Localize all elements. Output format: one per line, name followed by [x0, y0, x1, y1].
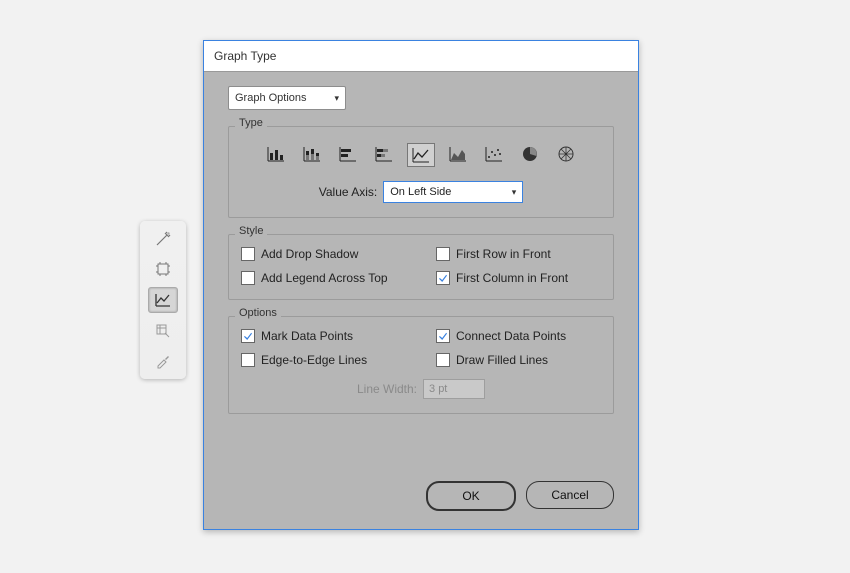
add-drop-shadow-checkbox[interactable]: Add Drop Shadow	[241, 247, 436, 261]
checkbox-icon	[241, 247, 255, 261]
column-graph-icon[interactable]	[263, 143, 289, 165]
graph-options-dropdown-label: Graph Options	[235, 92, 307, 104]
cancel-button[interactable]: Cancel	[526, 481, 614, 509]
button-label: Cancel	[551, 488, 588, 502]
checkbox-label: First Column in Front	[456, 271, 568, 285]
line-width-field: 3 pt	[423, 379, 485, 399]
dialog-title-text: Graph Type	[214, 49, 276, 63]
type-group-legend: Type	[235, 117, 267, 129]
line-graph-icon[interactable]	[407, 143, 435, 167]
first-row-front-checkbox[interactable]: First Row in Front	[436, 247, 601, 261]
dialog-footer: OK Cancel	[204, 481, 638, 511]
scatter-graph-icon[interactable]	[481, 143, 507, 165]
pie-graph-icon[interactable]	[517, 143, 543, 165]
checkbox-icon	[241, 329, 255, 343]
wand-tool-icon[interactable]	[149, 227, 177, 251]
checkbox-icon	[436, 247, 450, 261]
radar-graph-icon[interactable]	[553, 143, 579, 165]
draw-filled-lines-checkbox[interactable]: Draw Filled Lines	[436, 353, 601, 367]
checkbox-label: First Row in Front	[456, 247, 551, 261]
options-group-legend: Options	[235, 307, 281, 319]
value-axis-label: Value Axis:	[319, 185, 377, 199]
checkbox-icon	[241, 271, 255, 285]
connect-data-points-checkbox[interactable]: Connect Data Points	[436, 329, 601, 343]
chevron-down-icon: ▾	[334, 93, 339, 104]
value-axis-row: Value Axis: On Left Side ▾	[241, 181, 601, 203]
stacked-column-graph-icon[interactable]	[299, 143, 325, 165]
checkbox-icon	[436, 271, 450, 285]
value-axis-select-value: On Left Side	[390, 186, 451, 198]
checkbox-label: Mark Data Points	[261, 329, 353, 343]
line-width-row: Line Width: 3 pt	[241, 379, 601, 399]
eyedropper-tool-icon[interactable]	[149, 349, 177, 373]
checkbox-label: Edge-to-Edge Lines	[261, 353, 367, 367]
area-graph-icon[interactable]	[445, 143, 471, 165]
type-group: Type	[228, 126, 614, 218]
ok-button[interactable]: OK	[426, 481, 516, 511]
graph-type-dialog: Graph Type Graph Options ▾ Type	[203, 40, 639, 530]
graph-type-row	[241, 143, 601, 167]
mark-data-points-checkbox[interactable]: Mark Data Points	[241, 329, 436, 343]
app-canvas: Graph Type Graph Options ▾ Type	[0, 0, 850, 573]
slice-tool-icon[interactable]	[149, 319, 177, 343]
artboard-tool-icon[interactable]	[149, 257, 177, 281]
add-legend-top-checkbox[interactable]: Add Legend Across Top	[241, 271, 436, 285]
checkbox-icon	[436, 353, 450, 367]
tool-palette	[140, 221, 186, 379]
line-width-label: Line Width:	[357, 382, 417, 396]
dialog-title: Graph Type	[204, 41, 638, 72]
checkbox-icon	[241, 353, 255, 367]
graph-options-dropdown[interactable]: Graph Options ▾	[228, 86, 346, 110]
button-label: OK	[462, 489, 479, 503]
checkbox-label: Add Legend Across Top	[261, 271, 388, 285]
style-group: Style Add Drop Shadow First Row in Front…	[228, 234, 614, 300]
line-graph-tool-icon[interactable]	[148, 287, 178, 313]
dialog-body: Graph Options ▾ Type	[204, 72, 638, 428]
checkbox-icon	[436, 329, 450, 343]
stacked-bar-graph-icon[interactable]	[371, 143, 397, 165]
options-group: Options Mark Data Points Connect Data Po…	[228, 316, 614, 414]
bar-graph-icon[interactable]	[335, 143, 361, 165]
chevron-down-icon: ▾	[512, 187, 517, 198]
checkbox-label: Add Drop Shadow	[261, 247, 358, 261]
edge-to-edge-lines-checkbox[interactable]: Edge-to-Edge Lines	[241, 353, 436, 367]
first-column-front-checkbox[interactable]: First Column in Front	[436, 271, 601, 285]
checkbox-label: Connect Data Points	[456, 329, 566, 343]
checkbox-label: Draw Filled Lines	[456, 353, 548, 367]
value-axis-select[interactable]: On Left Side ▾	[383, 181, 523, 203]
style-group-legend: Style	[235, 225, 267, 237]
